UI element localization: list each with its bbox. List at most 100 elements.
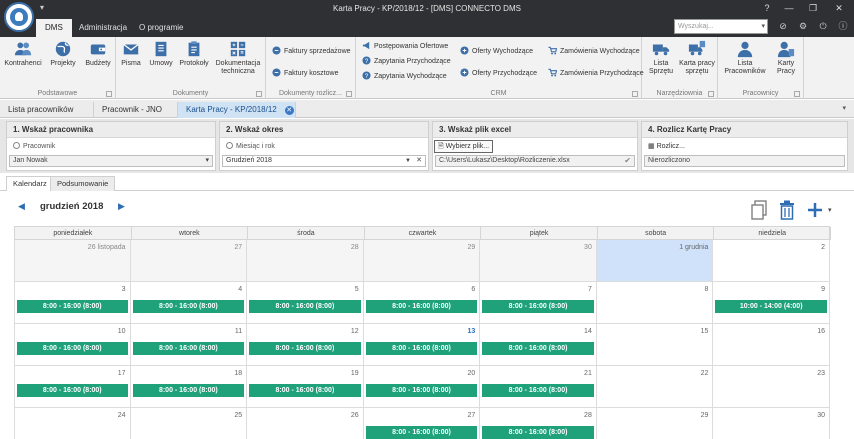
tab-kalendarz[interactable]: Kalendarz (6, 176, 54, 192)
zapytania-wychodzace-button[interactable]: ? Zapytania Wychodzące (362, 71, 447, 82)
oferty-przychodzace-button[interactable]: Oferty Przychodzące (460, 68, 537, 79)
dokumentacja-techniczna-button[interactable]: Dokumentacja techniczna (212, 40, 264, 76)
info-icon[interactable]: ⓘ (836, 20, 850, 33)
group-expand-icon[interactable] (794, 91, 800, 97)
group-expand-icon[interactable] (632, 91, 638, 97)
dropdown-arrow-icon[interactable]: ▾ (205, 156, 209, 166)
next-month-icon[interactable]: ▶ (118, 201, 125, 212)
search-dropdown-icon[interactable]: ▾ (761, 20, 765, 33)
work-shift-event[interactable]: 8:00 - 16:00 (8:00) (132, 342, 245, 355)
work-shift-event[interactable]: 8:00 - 16:00 (8:00) (365, 426, 478, 439)
group-expand-icon[interactable] (256, 91, 262, 97)
calendar-day-cell[interactable]: 30 (480, 240, 597, 282)
work-shift-event[interactable]: 8:00 - 16:00 (8:00) (482, 384, 594, 397)
copy-icon[interactable] (750, 200, 768, 220)
projekty-button[interactable]: Projekty (46, 40, 80, 68)
group-expand-icon[interactable] (346, 91, 352, 97)
umowy-button[interactable]: Umowy (146, 40, 176, 68)
tab-dms[interactable]: DMS (36, 19, 72, 37)
zamowienia-przychodzace-button[interactable]: Zamówienia Przychodzące (548, 68, 644, 79)
work-shift-event[interactable]: 8:00 - 16:00 (8:00) (482, 426, 594, 439)
budzety-button[interactable]: Budżety (82, 40, 114, 68)
lista-sprzetu-button[interactable]: Lista Sprzętu (646, 40, 676, 76)
group-expand-icon[interactable] (708, 91, 714, 97)
group-expand-icon[interactable] (106, 91, 112, 97)
calendar-day-cell[interactable]: 1 grudnia (596, 240, 714, 282)
calendar-day-cell[interactable]: 22 (596, 366, 714, 408)
doc-tab-karta-pracy[interactable]: Karta Pracy - KP/2018/12 ✕ (178, 102, 296, 118)
calendar-day-cell[interactable]: 26 (247, 408, 364, 439)
search-input[interactable]: Wyszukaj... ▾ (674, 19, 768, 34)
calendar-day-cell[interactable]: 24 (14, 408, 131, 439)
calendar-day-cell[interactable]: 3 8:00 - 16:00 (8:00) (14, 282, 131, 324)
work-shift-event[interactable]: 8:00 - 16:00 (8:00) (482, 300, 594, 313)
dropdown-arrow-icon[interactable]: ▼ (405, 156, 411, 166)
calendar-day-cell[interactable]: 8 (596, 282, 714, 324)
work-shift-event[interactable]: 8:00 - 16:00 (8:00) (482, 342, 594, 355)
lista-pracownikow-button[interactable]: Lista Pracowników (722, 40, 768, 76)
calendar-day-cell[interactable]: 26 listopada (14, 240, 131, 282)
calendar-day-cell[interactable]: 30 (713, 408, 830, 439)
kontrahenci-button[interactable]: Kontrahenci (4, 40, 42, 68)
calendar-day-cell[interactable]: 23 (713, 366, 830, 408)
zamowienia-wychodzace-button[interactable]: Zamówienia Wychodzące (548, 46, 640, 57)
calendar-day-cell[interactable]: 18 8:00 - 16:00 (8:00) (130, 366, 248, 408)
postepowania-ofertowe-button[interactable]: Postępowania Ofertowe (362, 41, 448, 52)
calendar-day-cell[interactable]: 20 8:00 - 16:00 (8:00) (363, 366, 481, 408)
calendar-day-cell[interactable]: 7 8:00 - 16:00 (8:00) (480, 282, 597, 324)
minimize-button[interactable]: — (778, 2, 800, 15)
add-icon[interactable] (806, 200, 824, 220)
tab-list-dropdown-icon[interactable]: ▾ (842, 104, 846, 112)
previous-month-icon[interactable]: ◀ (18, 201, 25, 212)
visibility-toggle-icon[interactable]: ⊘ (776, 20, 790, 33)
calendar-day-cell[interactable]: 16 (713, 324, 830, 366)
calendar-day-cell[interactable]: 6 8:00 - 16:00 (8:00) (363, 282, 481, 324)
calendar-day-cell[interactable]: 5 8:00 - 16:00 (8:00) (247, 282, 364, 324)
work-shift-event[interactable]: 8:00 - 16:00 (8:00) (249, 342, 361, 355)
calendar-day-cell[interactable]: 25 (130, 408, 248, 439)
calendar-day-cell[interactable]: 27 (130, 240, 248, 282)
calendar-day-cell[interactable]: 17 8:00 - 16:00 (8:00) (14, 366, 131, 408)
calendar-day-cell[interactable]: 9 10:00 - 14:00 (4:00) (713, 282, 830, 324)
karta-pracy-sprzetu-button[interactable]: Karta pracy sprzętu (678, 40, 716, 76)
work-shift-event[interactable]: 8:00 - 16:00 (8:00) (17, 300, 128, 313)
work-shift-event[interactable]: 8:00 - 16:00 (8:00) (132, 384, 245, 397)
employee-select[interactable]: Jan Nowak ▾ (9, 155, 213, 167)
calendar-day-cell[interactable]: 29 (596, 408, 714, 439)
power-icon[interactable]: ⏻ (816, 20, 830, 33)
calendar-day-cell[interactable]: 2 (713, 240, 830, 282)
help-icon[interactable]: ? (756, 2, 778, 15)
calendar-day-cell[interactable]: 28 8:00 - 16:00 (8:00) (480, 408, 597, 439)
tab-o-programie[interactable]: O programie (130, 19, 192, 37)
work-shift-event[interactable]: 10:00 - 14:00 (4:00) (715, 300, 827, 313)
choose-file-button[interactable]: 🗎 Wybierz plik... (434, 140, 494, 153)
work-shift-event[interactable]: 8:00 - 16:00 (8:00) (365, 342, 478, 355)
calendar-day-cell[interactable]: 13 8:00 - 16:00 (8:00) (363, 324, 481, 366)
doc-tab-pracownik-jno[interactable]: Pracownik - JNO (94, 102, 178, 118)
calendar-day-cell[interactable]: 28 (247, 240, 364, 282)
close-button[interactable]: ✕ (828, 2, 850, 15)
add-dropdown-icon[interactable]: ▾ (828, 206, 832, 214)
work-shift-event[interactable]: 8:00 - 16:00 (8:00) (132, 300, 245, 313)
close-tab-icon[interactable]: ✕ (284, 106, 294, 115)
work-shift-event[interactable]: 8:00 - 16:00 (8:00) (17, 342, 128, 355)
calendar-day-cell[interactable]: 11 8:00 - 16:00 (8:00) (130, 324, 248, 366)
calendar-day-cell[interactable]: 14 8:00 - 16:00 (8:00) (480, 324, 597, 366)
calendar-day-cell[interactable]: 19 8:00 - 16:00 (8:00) (247, 366, 364, 408)
faktury-kosztowe-button[interactable]: Faktury kosztowe (272, 68, 338, 79)
month-year-select[interactable]: Grudzień 2018 ▼ ✕ (222, 155, 426, 167)
calendar-day-cell[interactable]: 4 8:00 - 16:00 (8:00) (130, 282, 248, 324)
work-shift-event[interactable]: 8:00 - 16:00 (8:00) (249, 300, 361, 313)
karty-pracy-button[interactable]: Karty Pracy (772, 40, 800, 76)
pisma-button[interactable]: Pisma (118, 40, 144, 68)
settings-icon[interactable]: ⚙ (796, 20, 810, 33)
protokoly-button[interactable]: Protokoły (178, 40, 210, 68)
doc-tab-lista-pracownikow[interactable]: Lista pracowników (0, 102, 94, 118)
calendar-day-cell[interactable]: 21 8:00 - 16:00 (8:00) (480, 366, 597, 408)
oferty-wychodzace-button[interactable]: Oferty Wychodzące (460, 46, 533, 57)
work-shift-event[interactable]: 8:00 - 16:00 (8:00) (17, 384, 128, 397)
tab-administracja[interactable]: Administracja (70, 19, 136, 37)
calendar-day-cell[interactable]: 10 8:00 - 16:00 (8:00) (14, 324, 131, 366)
work-shift-event[interactable]: 8:00 - 16:00 (8:00) (365, 300, 478, 313)
faktury-sprzedazowe-button[interactable]: Faktury sprzedażowe (272, 46, 351, 57)
